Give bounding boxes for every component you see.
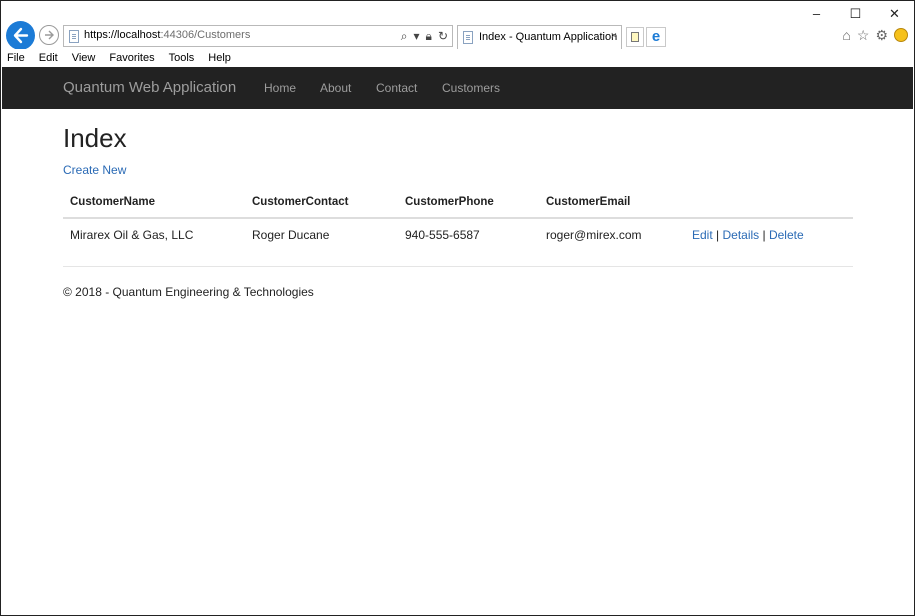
menu-edit[interactable]: Edit	[39, 49, 58, 67]
delete-link[interactable]: Delete	[769, 228, 804, 242]
column-header-phone: CustomerPhone	[405, 196, 494, 208]
column-header-name: CustomerName	[70, 196, 155, 208]
new-tab-button[interactable]	[626, 27, 644, 47]
menu-file[interactable]: File	[7, 49, 25, 67]
browser-toolbar: https://localhost:44306/Customers ⌕ ▾ 🔒︎…	[1, 1, 914, 50]
cell-customer-phone: 940-555-6587	[405, 228, 480, 242]
footer-text: © 2018 - Quantum Engineering & Technolog…	[63, 285, 314, 299]
search-icon[interactable]: ⌕	[401, 29, 408, 44]
nav-link-customers[interactable]: Customers	[442, 81, 500, 95]
table-header-divider	[63, 217, 853, 219]
menu-help[interactable]: Help	[208, 49, 231, 67]
row-actions: Edit | Details | Delete	[692, 228, 804, 242]
internet-explorer-icon[interactable]: e	[646, 27, 666, 47]
url-text: https://localhost:44306/Customers	[84, 29, 251, 41]
nav-link-contact[interactable]: Contact	[376, 81, 417, 95]
cell-customer-contact: Roger Ducane	[252, 228, 330, 242]
page-icon	[69, 30, 79, 43]
lock-icon[interactable]: 🔒︎	[426, 29, 432, 44]
menu-bar: File Edit View Favorites Tools Help	[1, 49, 914, 67]
arrow-right-icon	[45, 30, 54, 40]
menu-view[interactable]: View	[72, 49, 96, 67]
refresh-icon[interactable]: ↻	[438, 29, 448, 44]
chevron-down-icon[interactable]: ▾	[414, 29, 420, 44]
smiley-feedback-icon[interactable]	[894, 28, 908, 42]
nav-link-home[interactable]: Home	[264, 81, 296, 95]
cell-customer-name: Mirarex Oil & Gas, LLC	[70, 228, 194, 242]
gear-icon[interactable]: ⚙	[875, 27, 888, 43]
menu-tools[interactable]: Tools	[169, 49, 195, 67]
menu-favorites[interactable]: Favorites	[109, 49, 154, 67]
tab-active[interactable]: Index - Quantum Application ×	[457, 25, 622, 49]
page-title: Index	[63, 123, 127, 153]
nav-link-about[interactable]: About	[320, 81, 351, 95]
brand-link[interactable]: Quantum Web Application	[63, 79, 236, 96]
address-bar[interactable]: https://localhost:44306/Customers ⌕ ▾ 🔒︎…	[63, 25, 453, 47]
edit-link[interactable]: Edit	[692, 228, 713, 242]
create-new-link[interactable]: Create New	[63, 163, 126, 177]
minimize-button[interactable]: –	[807, 7, 826, 21]
star-icon[interactable]: ☆	[857, 27, 870, 43]
home-icon[interactable]: ⌂	[842, 27, 850, 43]
page-icon	[463, 31, 473, 44]
footer-divider	[63, 266, 853, 267]
column-header-contact: CustomerContact	[252, 196, 349, 208]
site-navbar: Quantum Web Application Home About Conta…	[2, 67, 913, 109]
close-window-button[interactable]: ✕	[885, 7, 904, 21]
close-tab-icon[interactable]: ×	[611, 30, 617, 42]
details-link[interactable]: Details	[722, 228, 759, 242]
back-button[interactable]	[6, 21, 35, 50]
cell-customer-email: roger@mirex.com	[546, 228, 642, 242]
forward-button[interactable]	[39, 25, 59, 45]
browser-window: https://localhost:44306/Customers ⌕ ▾ 🔒︎…	[0, 0, 915, 616]
maximize-button[interactable]: ☐	[846, 7, 865, 21]
arrow-left-icon	[13, 27, 29, 44]
column-header-email: CustomerEmail	[546, 196, 631, 208]
tab-title: Index - Quantum Application	[479, 31, 618, 43]
